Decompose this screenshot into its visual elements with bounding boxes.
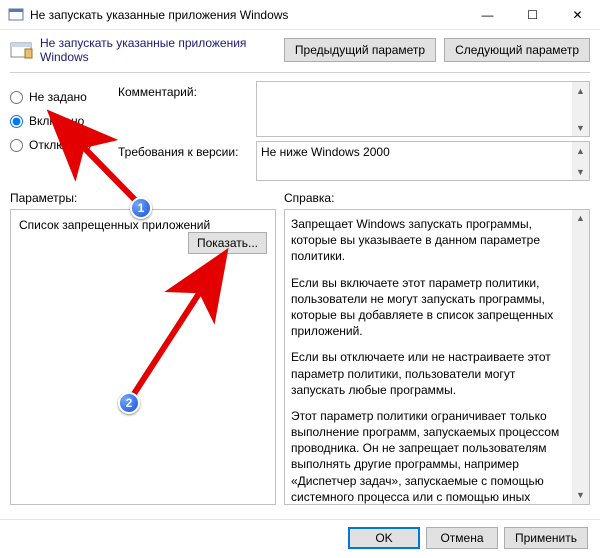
show-button[interactable]: Показать... (188, 232, 267, 254)
radio-disabled-label: Отключено (29, 138, 91, 152)
radio-enabled-label: Включено (29, 114, 84, 128)
requirements-label: Требования к версии: (118, 141, 248, 181)
field-labels: Комментарий: Требования к версии: (118, 81, 248, 181)
help-text: Этот параметр политики ограничивает толь… (291, 408, 567, 505)
radio-not-configured[interactable]: Не задано (10, 85, 110, 109)
scroll-down-icon[interactable]: ▼ (572, 487, 589, 504)
radio-not-configured-label: Не задано (29, 90, 87, 104)
minimize-button[interactable]: — (465, 0, 510, 30)
radio-enabled-input[interactable] (10, 115, 23, 128)
policy-icon (10, 40, 34, 60)
help-text: Запрещает Windows запускать программы, к… (291, 216, 567, 265)
scroll-up-icon[interactable]: ▲ (572, 142, 589, 159)
radio-disabled-input[interactable] (10, 139, 23, 152)
help-label: Справка: (284, 191, 590, 205)
requirements-value: Не ниже Windows 2000 (261, 145, 390, 159)
parameters-panel: Список запрещенных приложений Показать..… (10, 209, 276, 505)
cancel-button[interactable]: Отмена (426, 527, 498, 549)
state-radio-group: Не задано Включено Отключено (10, 81, 110, 181)
apply-button[interactable]: Применить (504, 527, 588, 549)
radio-not-configured-input[interactable] (10, 91, 23, 104)
requirements-box: Не ниже Windows 2000 ▲ ▼ (256, 141, 590, 181)
parameters-label: Параметры: (10, 191, 284, 205)
maximize-button[interactable]: ☐ (510, 0, 555, 30)
scrollbar[interactable]: ▲ ▼ (572, 142, 589, 180)
footer: OK Отмена Применить (0, 519, 600, 555)
app-icon (8, 7, 24, 23)
titlebar: Не запускать указанные приложения Window… (0, 0, 600, 30)
next-setting-button[interactable]: Следующий параметр (444, 38, 590, 62)
header: Не запускать указанные приложения Window… (0, 30, 600, 72)
prev-setting-button[interactable]: Предыдущий параметр (284, 38, 436, 62)
scroll-down-icon[interactable]: ▼ (572, 163, 589, 180)
radio-disabled[interactable]: Отключено (10, 133, 110, 157)
comment-label: Комментарий: (118, 81, 248, 141)
scrollbar[interactable]: ▲ ▼ (572, 82, 589, 136)
lower-section: Список запрещенных приложений Показать..… (0, 209, 600, 511)
window-title: Не запускать указанные приложения Window… (30, 8, 465, 22)
close-button[interactable]: ✕ (555, 0, 600, 30)
scroll-down-icon[interactable]: ▼ (572, 119, 589, 136)
help-panel: Запрещает Windows запускать программы, к… (284, 209, 590, 505)
radio-enabled[interactable]: Включено (10, 109, 110, 133)
comment-textarea[interactable]: ▲ ▼ (256, 81, 590, 137)
ok-button[interactable]: OK (348, 527, 420, 549)
help-text: Если вы отключаете или не настраиваете э… (291, 349, 567, 398)
section-labels: Параметры: Справка: (0, 181, 600, 209)
separator (10, 72, 590, 73)
blocked-apps-label: Список запрещенных приложений (19, 218, 210, 232)
scroll-up-icon[interactable]: ▲ (572, 82, 589, 99)
upper-section: Не задано Включено Отключено Комментарий… (0, 79, 600, 181)
scroll-up-icon[interactable]: ▲ (572, 210, 589, 227)
field-values: ▲ ▼ Не ниже Windows 2000 ▲ ▼ (256, 81, 590, 181)
scrollbar[interactable]: ▲ ▼ (572, 210, 589, 504)
help-text: Если вы включаете этот параметр политики… (291, 275, 567, 340)
header-title: Не запускать указанные приложения Window… (40, 36, 276, 64)
